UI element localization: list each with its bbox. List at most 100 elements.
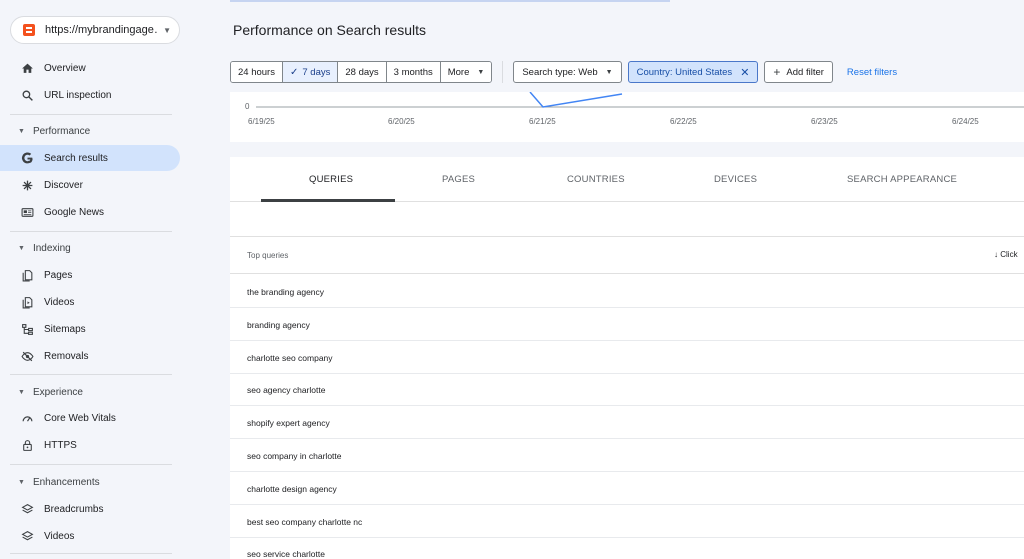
- property-logo-icon: [23, 24, 35, 36]
- nav-item-removals[interactable]: Removals: [0, 343, 180, 369]
- section-experience[interactable]: ▼ Experience: [0, 381, 180, 403]
- tab-countries[interactable]: COUNTRIES: [567, 174, 625, 185]
- nav-label: Core Web Vitals: [44, 412, 116, 424]
- tab-pages[interactable]: PAGES: [442, 174, 475, 185]
- sitemap-icon: [20, 322, 34, 336]
- plus-icon: +: [773, 65, 781, 79]
- google-g-icon: [20, 151, 34, 165]
- tab-queries[interactable]: QUERIES: [309, 174, 353, 185]
- range-label: 3 months: [393, 66, 433, 78]
- query-text: seo company in charlotte: [247, 451, 342, 461]
- divider: [10, 114, 172, 115]
- caret-down-icon: ▼: [605, 68, 613, 76]
- search-type-filter[interactable]: Search type: Web ▼: [513, 61, 622, 83]
- table-row[interactable]: shopify expert agency: [230, 406, 1024, 439]
- range-label: 28 days: [345, 66, 379, 78]
- arrow-down-icon: ↓: [994, 250, 998, 259]
- caret-down-icon: ▼: [477, 68, 485, 76]
- nav-item-videos[interactable]: Videos: [0, 289, 180, 315]
- range-more[interactable]: More ▼: [440, 62, 492, 82]
- nav-item-url-inspection[interactable]: URL inspection: [0, 82, 180, 108]
- tab-search-appearance[interactable]: SEARCH APPEARANCE: [847, 174, 957, 185]
- dimension-tabs: QUERIES PAGES COUNTRIES DEVICES SEARCH A…: [230, 157, 1024, 202]
- section-performance[interactable]: ▼ Performance: [0, 120, 180, 142]
- nav-label: Google News: [44, 206, 105, 218]
- performance-chart: [230, 92, 1024, 142]
- table-row[interactable]: the branding agency: [230, 275, 1024, 308]
- table-header: Top queries ↓ Click: [230, 237, 1024, 274]
- nav-item-sitemaps[interactable]: Sitemaps: [0, 316, 180, 342]
- nav-item-breadcrumbs[interactable]: Breadcrumbs: [0, 496, 180, 522]
- divider: [10, 464, 172, 465]
- top-accent-bar: [230, 0, 670, 2]
- country-filter[interactable]: Country: United States ✕: [627, 61, 759, 83]
- pages-icon: [20, 268, 34, 282]
- query-text: charlotte design agency: [247, 484, 337, 494]
- range-label: 24 hours: [238, 66, 275, 78]
- layers-icon: [20, 502, 34, 516]
- query-text: charlotte seo company: [247, 353, 333, 363]
- table-row[interactable]: branding agency: [230, 308, 1024, 341]
- query-text: shopify expert agency: [247, 418, 330, 428]
- check-icon: ✓: [289, 66, 299, 78]
- gauge-icon: [20, 411, 34, 425]
- range-7-days[interactable]: ✓ 7 days: [282, 62, 339, 82]
- sort-label: Click: [1000, 250, 1018, 259]
- table-row[interactable]: seo agency charlotte: [230, 373, 1024, 406]
- table-row[interactable]: charlotte seo company: [230, 341, 1024, 374]
- property-selector[interactable]: https://mybrandingage… ▼: [10, 16, 180, 44]
- nav-item-overview[interactable]: Overview: [0, 55, 180, 81]
- lock-icon: [20, 438, 34, 452]
- nav-item-search-results[interactable]: Search results: [0, 145, 180, 171]
- active-tab-indicator: [261, 199, 395, 202]
- page-title: Performance on Search results: [233, 22, 426, 38]
- section-enhancements[interactable]: ▼ Enhancements: [0, 471, 180, 493]
- asterisk-icon: [20, 178, 34, 192]
- table-row[interactable]: seo company in charlotte: [230, 439, 1024, 472]
- range-3-months[interactable]: 3 months: [386, 62, 441, 82]
- reset-filters-link[interactable]: Reset filters: [847, 67, 897, 78]
- nav-item-google-news[interactable]: Google News: [0, 199, 180, 225]
- nav-item-core-web-vitals[interactable]: Core Web Vitals: [0, 405, 180, 431]
- caret-down-icon: ▼: [18, 244, 25, 252]
- chip-label: Country: United States: [636, 66, 733, 78]
- sidebar: https://mybrandingage… ▼ Overview URL in…: [0, 0, 196, 559]
- nav-item-pages[interactable]: Pages: [0, 262, 180, 288]
- search-icon: [20, 88, 34, 102]
- chip-label: Add filter: [786, 66, 824, 78]
- x-tick-label: 6/24/25: [952, 117, 979, 126]
- query-text: best seo company charlotte nc: [247, 517, 363, 527]
- table-row[interactable]: seo service charlotte: [230, 537, 1024, 559]
- divider: [10, 553, 172, 554]
- clicks-series-line: [529, 92, 623, 108]
- divider: [502, 61, 504, 83]
- caret-down-icon: ▼: [18, 388, 25, 396]
- section-indexing[interactable]: ▼ Indexing: [0, 237, 180, 259]
- section-label: Enhancements: [32, 476, 100, 488]
- x-tick-label: 6/21/25: [529, 117, 556, 126]
- close-icon[interactable]: ✕: [740, 66, 749, 79]
- date-range-selector: 24 hours ✓ 7 days 28 days 3 months More ▼: [230, 61, 493, 83]
- x-tick-label: 6/22/25: [670, 117, 697, 126]
- range-24-hours[interactable]: 24 hours: [231, 62, 283, 82]
- nav-item-videos-enhancement[interactable]: Videos: [0, 523, 180, 549]
- add-filter-button[interactable]: + Add filter: [764, 61, 833, 83]
- divider: [10, 231, 172, 232]
- table-row[interactable]: best seo company charlotte nc: [230, 505, 1024, 538]
- nav-label: HTTPS: [44, 439, 77, 451]
- nav-item-discover[interactable]: Discover: [0, 172, 180, 198]
- query-text: the branding agency: [247, 287, 325, 297]
- chevron-down-icon: ▼: [163, 25, 171, 35]
- x-tick-label: 6/20/25: [388, 117, 415, 126]
- news-icon: [20, 205, 34, 219]
- nav-label: Search results: [44, 152, 108, 164]
- range-28-days[interactable]: 28 days: [338, 62, 387, 82]
- nav-item-https[interactable]: HTTPS: [0, 432, 180, 458]
- section-label: Indexing: [32, 242, 71, 254]
- eye-off-icon: [20, 349, 34, 363]
- tab-devices[interactable]: DEVICES: [714, 174, 757, 185]
- chart-svg: [256, 92, 1024, 108]
- sort-clicks-header[interactable]: ↓ Click: [994, 250, 1018, 259]
- nav-label: Sitemaps: [44, 323, 86, 335]
- table-row[interactable]: charlotte design agency: [230, 472, 1024, 505]
